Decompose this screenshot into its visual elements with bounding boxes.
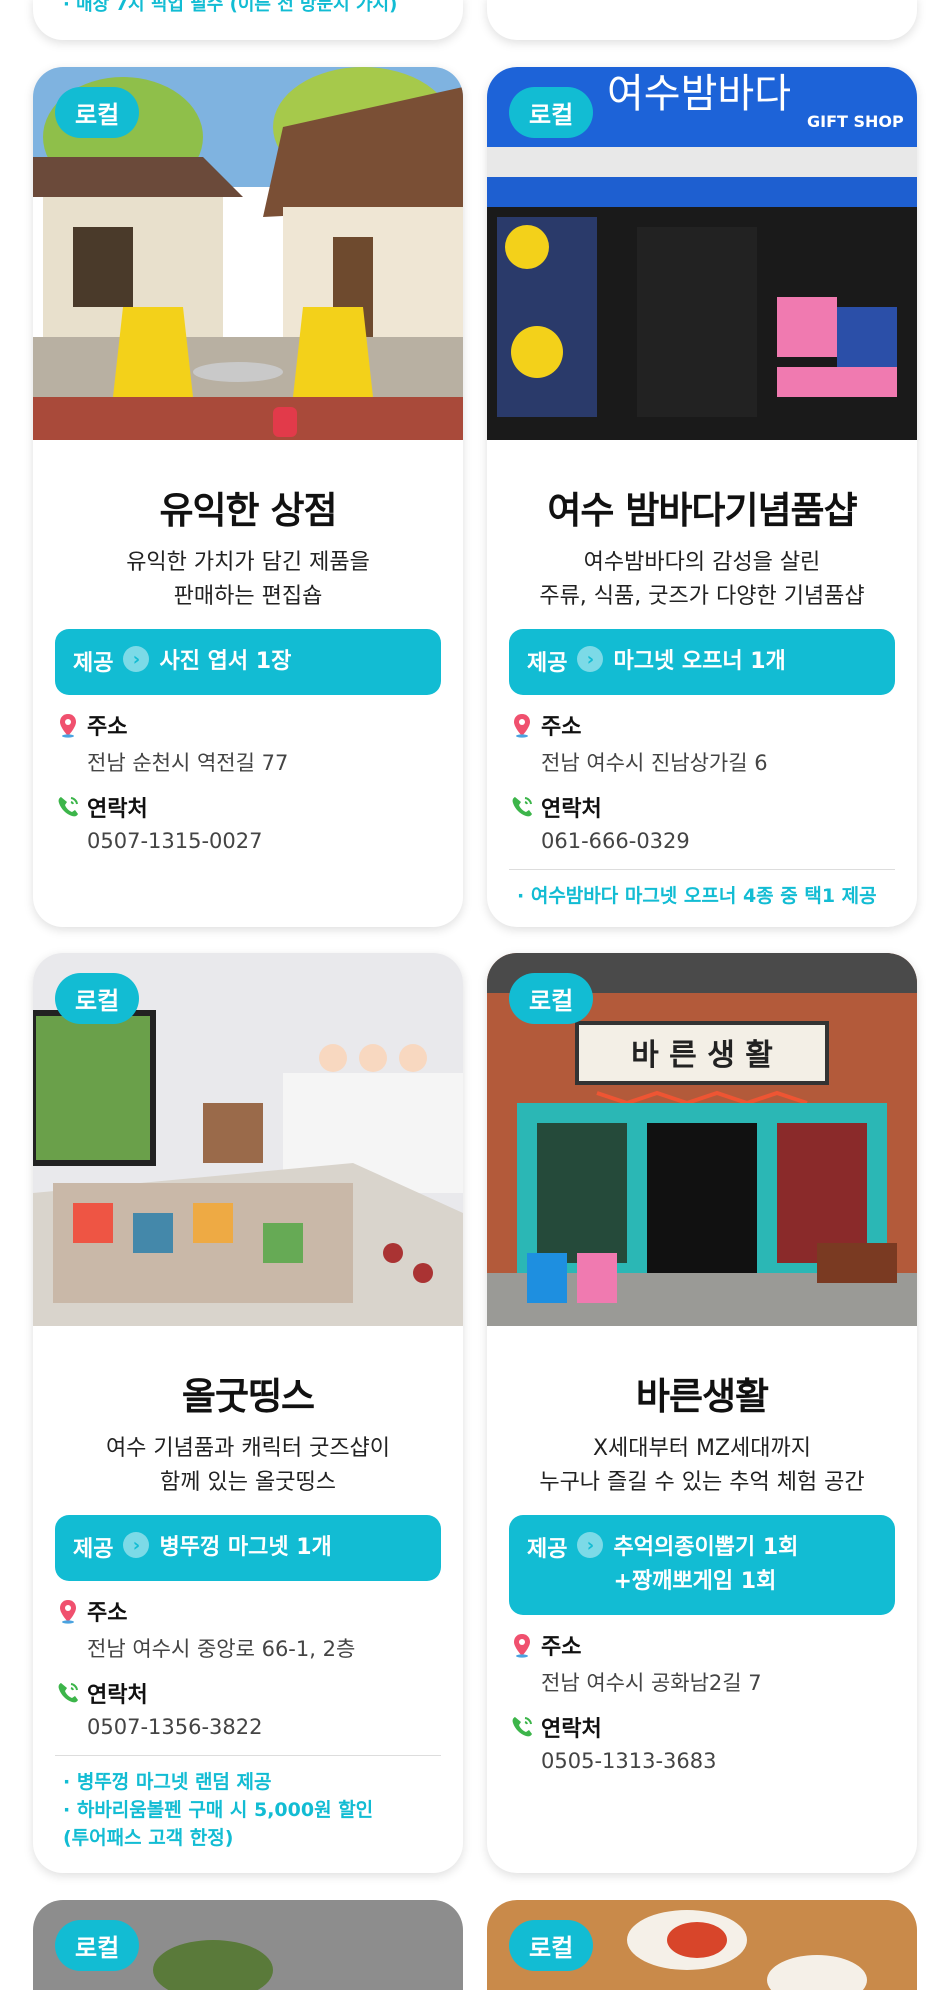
provide-tag: 제공 (73, 1537, 114, 1562)
address-value: 전남 여수시 중앙로 66-1, 2층 (87, 1637, 356, 1661)
local-badge: 로컬 (55, 973, 140, 1024)
provide-box: 제공 › 추억의종이뽑기 1회 +짱깨뽀게임 1회 (509, 1515, 895, 1615)
shop-title: 올굿띵스 (181, 1375, 315, 1418)
contact-label: 연락처 (541, 1717, 602, 1742)
contact-section: 연락처 0507-1356-3822 (55, 1677, 441, 1739)
shop-description: 유익한 가치가 담긴 제품을 판매하는 편집숍 (126, 550, 370, 609)
card-note: · 매장 7시 픽업 필수 (이른 전 방문시 가시) (63, 0, 398, 15)
contact-section: 연락처 0507-1315-0027 (55, 791, 441, 853)
shop-title: 여수 밤바다기념품샵 (547, 489, 857, 532)
phone-value[interactable]: 0507-1315-0027 (87, 829, 441, 853)
location-pin-icon (514, 714, 530, 738)
divider (55, 1755, 441, 1756)
contact-section: 연락처 0505-1313-3683 (509, 1711, 895, 1773)
phone-icon (58, 1683, 78, 1703)
location-pin-icon (60, 714, 76, 738)
location-pin-icon (60, 1600, 76, 1624)
local-badge: 로컬 (509, 973, 594, 1024)
provide-box: 제공 › 사진 엽서 1장 (55, 629, 441, 695)
shop-card-3[interactable]: 로컬 올굿띵스 여수 기념품과 캐릭터 굿즈샵이 함께 있는 올굿띵스 제공 ›… (33, 953, 463, 1873)
card-partial-bottom-right: 로컬 (487, 1900, 917, 1990)
shop-photo: 여수밤바다 GIFT SHOP 로컬 (487, 67, 917, 440)
chevron-right-icon: › (577, 646, 604, 672)
shop-photo: 로컬 (33, 953, 463, 1326)
shop-description: 여수밤바다의 감성을 살린 주류, 식품, 굿즈가 다양한 기념품샵 (539, 550, 865, 609)
phone-icon (58, 797, 78, 817)
shop-card-1[interactable]: 로컬 유익한 상점 유익한 가치가 담긴 제품을 판매하는 편집숍 제공 › 사… (33, 67, 463, 927)
provide-tag: 제공 (527, 1537, 568, 1562)
provide-item: 추억의종이뽑기 1회 +짱깨뽀게임 1회 (613, 1535, 799, 1594)
provide-item: 마그넷 오프너 1개 (613, 649, 786, 674)
contact-label: 연락처 (87, 797, 148, 822)
divider (509, 869, 895, 870)
shop-photo: 바 른 생 활 로컬 (487, 953, 917, 1326)
shop-description: X세대부터 MZ세대까지 누구나 즐길 수 있는 추억 체험 공간 (539, 1436, 865, 1495)
phone-value[interactable]: 0505-1313-3683 (541, 1749, 895, 1773)
shop-card-2[interactable]: 여수밤바다 GIFT SHOP 로컬 여수 밤바다기념품샵 여수밤바다의 감성을… (487, 67, 917, 927)
address-value: 전남 순천시 역전길 77 (87, 751, 289, 775)
sign-text: 여수밤바다 (607, 71, 791, 117)
address-section: 주소 전남 순천시 역전길 77 (55, 709, 441, 777)
location-pin-icon (514, 1634, 530, 1658)
provide-item: 병뚜껑 마그넷 1개 (159, 1535, 332, 1560)
chevron-right-icon: › (123, 1532, 150, 1558)
card-note: · 병뚜껑 마그넷 랜덤 제공 · 하바리움볼펜 구매 시 5,000원 할인 … (63, 1771, 374, 1849)
address-section: 주소 전남 여수시 진남상가길 6 (509, 709, 895, 777)
local-badge: 로컬 (509, 1920, 594, 1971)
phone-value[interactable]: 0507-1356-3822 (87, 1715, 441, 1739)
address-section: 주소 전남 여수시 공화남2길 7 (509, 1629, 895, 1697)
shop-title: 바른생활 (635, 1375, 769, 1418)
phone-icon (512, 1717, 532, 1737)
card-note: · 여수밤바다 마그넷 오프너 4종 중 택1 제공 (517, 885, 877, 907)
phone-icon (512, 797, 532, 817)
sign-text: 바 른 생 활 (631, 1038, 773, 1073)
provide-box: 제공 › 병뚜껑 마그넷 1개 (55, 1515, 441, 1581)
address-label: 주소 (541, 715, 582, 740)
card-partial-top-left: · 매장 7시 픽업 필수 (이른 전 방문시 가시) (33, 0, 463, 40)
address-label: 주소 (87, 715, 128, 740)
contact-section: 연락처 061-666-0329 (509, 791, 895, 853)
provide-tag: 제공 (73, 651, 114, 676)
phone-value[interactable]: 061-666-0329 (541, 829, 895, 853)
chevron-right-icon: › (577, 1532, 604, 1558)
local-badge: 로컬 (55, 1920, 140, 1971)
card-partial-bottom-left: 로컬 (33, 1900, 463, 1990)
shop-photo: 로컬 (33, 67, 463, 440)
sign-subtext: GIFT SHOP (807, 112, 904, 131)
address-section: 주소 전남 여수시 중앙로 66-1, 2층 (55, 1595, 441, 1663)
address-label: 주소 (87, 1601, 128, 1626)
chevron-right-icon: › (123, 646, 150, 672)
shop-card-4[interactable]: 바 른 생 활 로컬 바른생활 X세대부터 MZ세대까지 누구나 즐길 수 있는… (487, 953, 917, 1873)
address-value: 전남 여수시 진남상가길 6 (541, 751, 768, 775)
address-label: 주소 (541, 1635, 582, 1660)
address-value: 전남 여수시 공화남2길 7 (541, 1671, 762, 1695)
local-badge: 로컬 (509, 87, 594, 138)
contact-label: 연락처 (87, 1683, 148, 1708)
shop-title: 유익한 상점 (159, 489, 337, 532)
card-partial-top-right (487, 0, 917, 40)
provide-item: 사진 엽서 1장 (159, 649, 292, 674)
provide-tag: 제공 (527, 651, 568, 676)
provide-box: 제공 › 마그넷 오프너 1개 (509, 629, 895, 695)
contact-label: 연락처 (541, 797, 602, 822)
local-badge: 로컬 (55, 87, 140, 138)
shop-description: 여수 기념품과 캐릭터 굿즈샵이 함께 있는 올굿띵스 (105, 1436, 391, 1495)
